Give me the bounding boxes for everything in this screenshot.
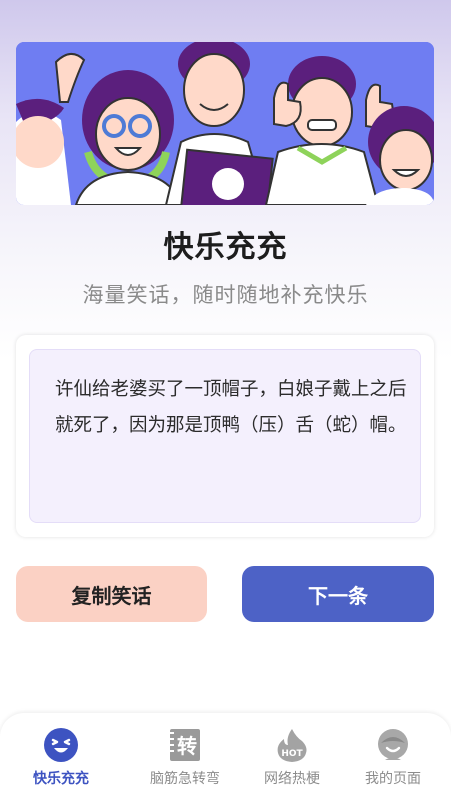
svg-text:HOT: HOT	[281, 749, 303, 759]
tab-label: 网络热梗	[264, 771, 320, 787]
tab-label: 脑筋急转弯	[150, 771, 220, 787]
next-joke-button[interactable]: 下一条	[242, 566, 434, 622]
banner-illustration	[16, 42, 434, 205]
app-title: 快乐充充	[163, 230, 288, 265]
app-subtitle: 海量笑话，随时随地补充快乐	[82, 283, 369, 307]
brain-twister-icon: 转	[170, 729, 200, 761]
cartoon-people-illustration	[16, 42, 434, 205]
tab-brain-twister[interactable]: 转 脑筋急转弯	[129, 727, 241, 797]
bottom-tab-bar: 快乐充充 转 脑筋急转弯 HOT 网络热梗 我的页面	[0, 713, 451, 801]
profile-icon	[378, 729, 408, 760]
svg-text:转: 转	[177, 734, 197, 758]
smile-face-icon	[44, 728, 78, 762]
copy-joke-button[interactable]: 复制笑话	[16, 566, 207, 622]
tab-happy-charge[interactable]: 快乐充充	[5, 727, 117, 797]
joke-content-area: 许仙给老婆买了一顶帽子，白娘子戴上之后就死了，因为那是顶鸭（压）舌（蛇）帽。	[29, 349, 421, 523]
tab-label: 我的页面	[365, 771, 421, 787]
tab-my-page[interactable]: 我的页面	[337, 727, 449, 797]
joke-card: 许仙给老婆买了一顶帽子，白娘子戴上之后就死了，因为那是顶鸭（压）舌（蛇）帽。	[16, 335, 434, 537]
joke-text: 许仙给老婆买了一顶帽子，白娘子戴上之后就死了，因为那是顶鸭（压）舌（蛇）帽。	[55, 379, 407, 436]
tab-hot-memes[interactable]: HOT 网络热梗	[236, 727, 348, 797]
hot-flame-icon: HOT	[277, 729, 307, 762]
tab-label: 快乐充充	[33, 771, 89, 787]
